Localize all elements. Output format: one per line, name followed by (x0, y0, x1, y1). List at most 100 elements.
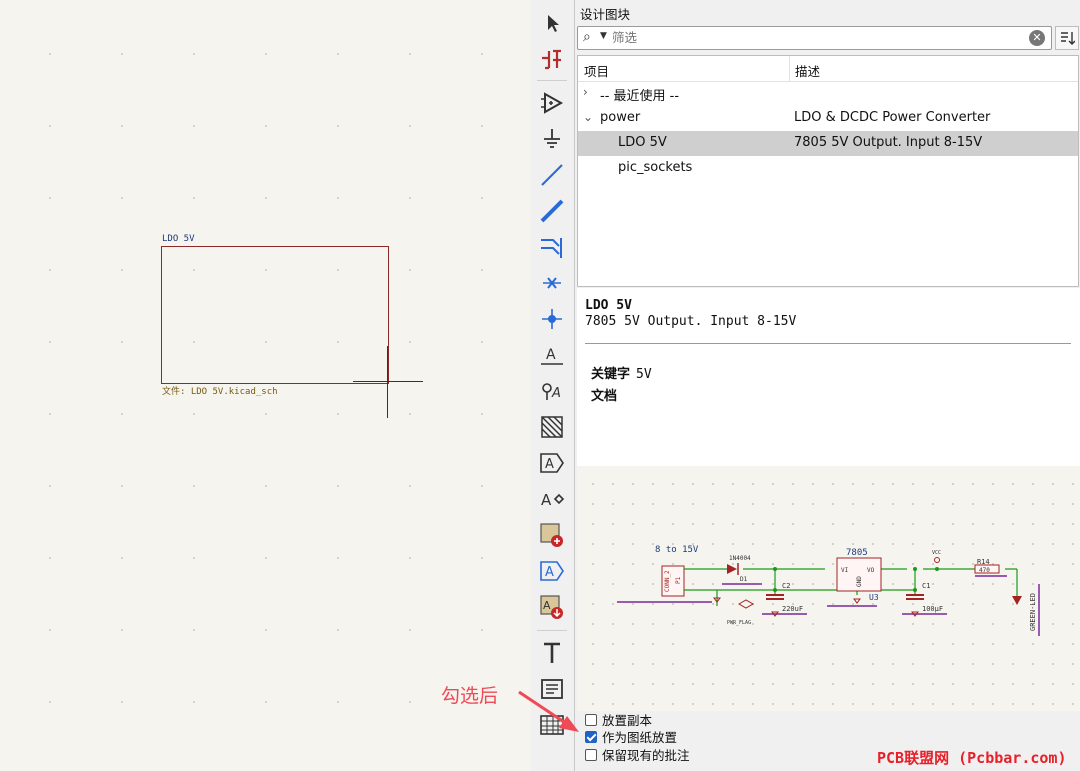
preview-reg-gnd: GND (856, 576, 863, 587)
keep-annotations-checkbox[interactable] (585, 748, 597, 761)
sheet-name-label: LDO 5V (162, 234, 195, 244)
preview-res-value: 470 (979, 567, 990, 574)
option-label: 作为图纸放置 (602, 730, 678, 745)
column-header-item[interactable]: 项目 (584, 61, 609, 80)
tree-row-power[interactable]: ⌄ power LDO & DCDC Power Converter (578, 106, 1078, 131)
info-keywords: 关键字 5V (591, 363, 652, 382)
preview-reg-vo: VO (867, 567, 875, 574)
panel-title: 设计图块 (580, 7, 631, 22)
text-icon (544, 642, 560, 663)
svg-text:A: A (541, 491, 552, 509)
tree-header: 项目 描述 (578, 56, 1078, 82)
annotation-arrow-icon (518, 690, 579, 732)
preview-regulator: 7805 (846, 548, 868, 558)
wire-icon (541, 164, 563, 186)
import-sheet-pin-icon: A (540, 561, 564, 581)
svg-text:A: A (545, 457, 554, 472)
chevron-down-icon[interactable]: ▼ (600, 31, 607, 41)
preview-conn: CONN_2 (664, 570, 671, 592)
tree-row-description: 7805 5V Output. Input 8-15V (794, 135, 983, 150)
preview-cap-in-value: 220uF (782, 605, 803, 613)
filter-search-box[interactable]: ⌕ ▼ ✕ (577, 26, 1052, 50)
select-tool-button[interactable] (535, 8, 569, 38)
bus-entry-icon (541, 238, 562, 258)
filter-input[interactable] (612, 28, 1022, 46)
preview-cap-out-value: 100µF (922, 605, 943, 613)
hierarchy-navigate-icon (542, 49, 561, 70)
add-symbol-button[interactable] (535, 88, 569, 118)
hierarchical-label-button[interactable]: A (535, 448, 569, 478)
design-block-icon: A (540, 595, 563, 619)
chevron-down-icon[interactable]: ⌄ (583, 110, 593, 124)
annotation-text: 勾选后 (441, 685, 499, 707)
bus-icon (540, 199, 564, 223)
import-sheet-pin-button[interactable]: A (535, 556, 569, 586)
rule-area-icon (541, 416, 563, 438)
tree-row-item: LDO 5V (618, 135, 667, 150)
design-block-info: LDO 5V 7805 5V Output. Input 8-15V 关键字 5V… (577, 288, 1080, 466)
draw-bus-button[interactable] (535, 196, 569, 226)
hierarchical-label-icon: A (540, 453, 564, 473)
keywords-label: 关键字 (591, 367, 631, 382)
preview-cap-out-ref: C1 (922, 582, 930, 590)
power-ground-icon (544, 129, 560, 148)
preview-pwr-flag: PWR_FLAG (727, 620, 751, 626)
svg-text:A: A (545, 565, 554, 580)
arrow-cursor-icon (548, 15, 559, 32)
global-label-button[interactable]: A (535, 376, 569, 406)
draw-wire-button[interactable] (535, 160, 569, 190)
tree-row-recent[interactable]: › -- 最近使用 -- (578, 81, 1078, 106)
junction-button[interactable] (535, 304, 569, 334)
design-blocks-panel: 设计图块 ⌕ ▼ ✕ 项目 描述 › -- 最近使用 -- ⌄ power LD… (575, 0, 1080, 771)
clear-search-icon[interactable]: ✕ (1029, 30, 1045, 46)
chevron-right-icon[interactable]: › (583, 85, 588, 99)
hierarchy-navigate-button[interactable] (535, 44, 569, 74)
no-connect-icon (543, 277, 561, 289)
add-sheet-icon (540, 523, 563, 547)
option-keep-annotations[interactable]: 保留现有的批注 (585, 746, 690, 763)
option-place-copy[interactable]: 放置副本 (585, 711, 652, 728)
sheet-pin-button[interactable]: A (535, 484, 569, 514)
column-header-description[interactable]: 描述 (795, 61, 820, 80)
crosshair-cursor-h (353, 381, 423, 382)
tree-row-item: -- 最近使用 -- (600, 89, 680, 104)
preview-diode-ref: D1 (740, 576, 748, 583)
schematic-canvas[interactable]: LDO 5V 文件: LDO 5V.kicad_sch (0, 0, 532, 771)
option-place-as-sheet[interactable]: 作为图纸放置 (585, 728, 677, 745)
no-connect-button[interactable] (535, 268, 569, 298)
place-as-sheet-checkbox[interactable] (585, 730, 597, 743)
preview-reg-vi: VI (841, 567, 849, 574)
schematic-preview: 8 to 15V CONN_2 P1 1N4004 D1 7805 VI VO … (577, 466, 1080, 711)
sort-button[interactable] (1055, 26, 1079, 50)
add-power-button[interactable] (535, 124, 569, 154)
hierarchical-sheet[interactable] (161, 246, 389, 384)
tree-row-description: LDO & DCDC Power Converter (794, 110, 991, 125)
net-label-icon: A (541, 347, 563, 365)
preview-conn-ref: P1 (675, 576, 682, 584)
design-block-button[interactable]: A (535, 592, 569, 622)
preview-reg-ref: U3 (869, 593, 879, 602)
svg-text:A: A (551, 386, 561, 401)
sheet-pin-icon: A (541, 491, 565, 509)
preview-diode: 1N4004 (729, 555, 751, 562)
add-sheet-button[interactable] (535, 520, 569, 550)
info-divider (585, 343, 1071, 344)
net-label-button[interactable]: A (535, 340, 569, 370)
rule-area-button[interactable] (535, 412, 569, 442)
design-block-tree[interactable]: 项目 描述 › -- 最近使用 -- ⌄ power LDO & DCDC Po… (577, 55, 1079, 287)
tree-row-item: pic_sockets (618, 160, 693, 175)
tree-row-pic-sockets[interactable]: pic_sockets (578, 156, 1078, 181)
place-copy-checkbox[interactable] (585, 713, 597, 726)
junction-icon (542, 309, 562, 329)
global-label-icon: A (542, 383, 561, 401)
text-button[interactable] (535, 638, 569, 668)
svg-text:A: A (543, 599, 551, 612)
info-description: 7805 5V Output. Input 8-15V (585, 314, 797, 329)
search-icon[interactable]: ⌕ (583, 29, 591, 45)
svg-text:A: A (546, 347, 556, 363)
info-name: LDO 5V (585, 298, 632, 313)
bus-entry-button[interactable] (535, 232, 569, 262)
preview-led-label: GREEN-LED (1029, 593, 1037, 631)
preview-schematic: 8 to 15V CONN_2 P1 1N4004 D1 7805 VI VO … (617, 545, 1040, 636)
tree-row-ldo-5v[interactable]: LDO 5V 7805 5V Output. Input 8-15V (578, 131, 1078, 156)
